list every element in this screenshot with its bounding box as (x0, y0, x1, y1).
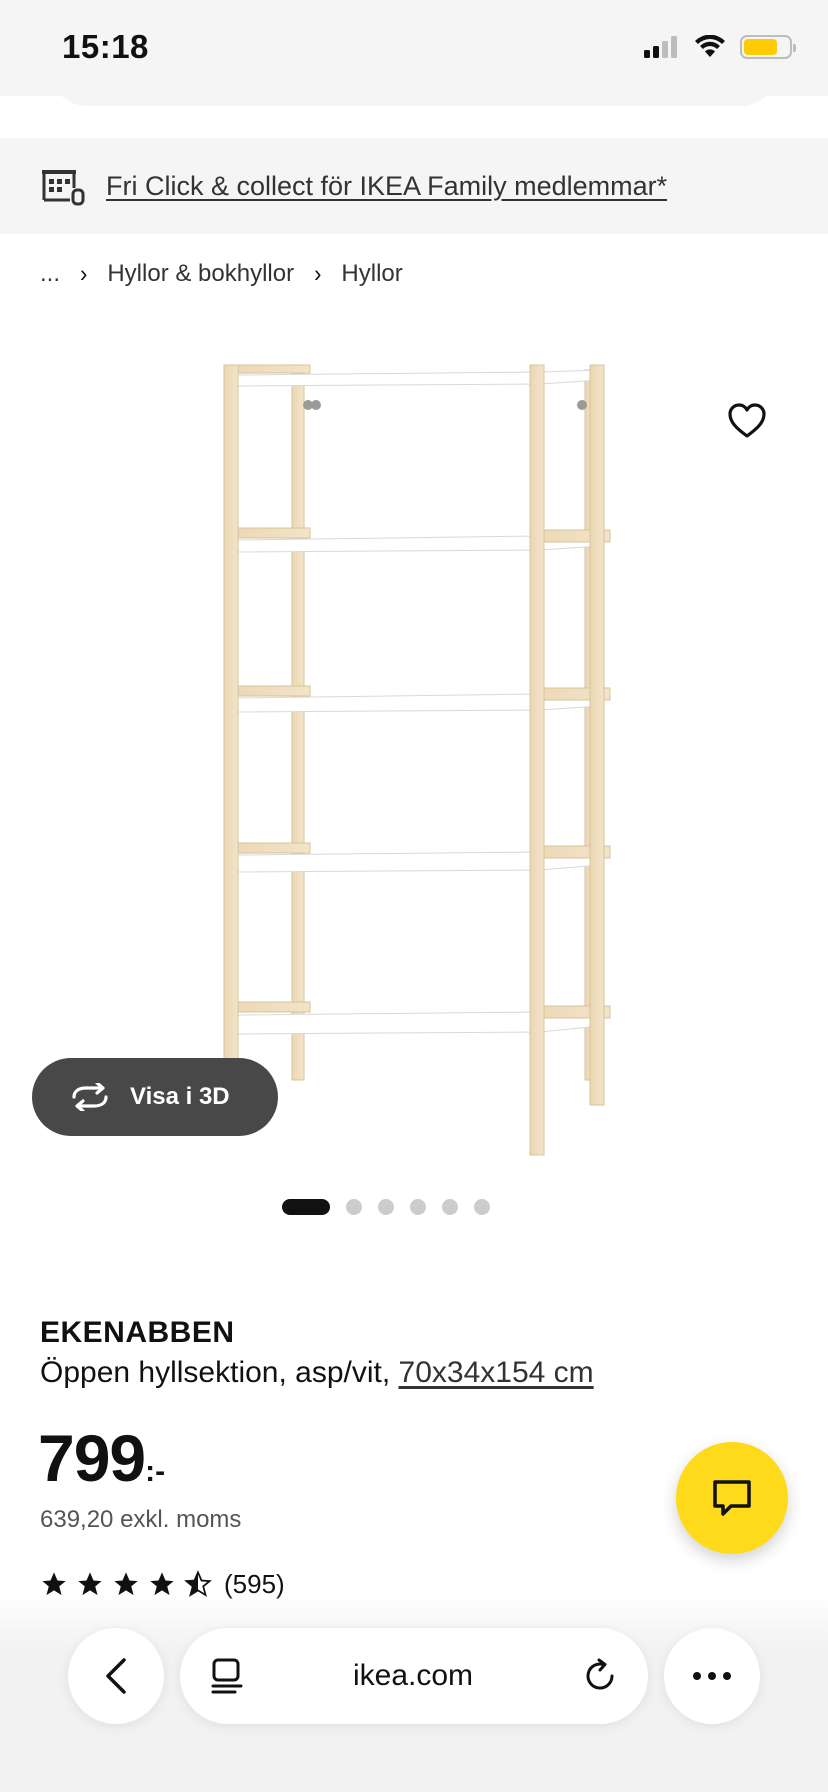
reader-icon[interactable] (210, 1657, 244, 1695)
status-icons (644, 34, 796, 60)
store-icon (42, 170, 85, 206)
rotate-3d-icon (72, 1083, 108, 1111)
breadcrumb-item-shelves[interactable]: Hyllor (341, 260, 402, 288)
breadcrumb: ... › Hyllor & bokhyllor › Hyllor (40, 260, 403, 288)
image-pagination (0, 1199, 828, 1215)
promo-link[interactable]: Fri Click & collect för IKEA Family medl… (106, 171, 667, 202)
product-image[interactable] (200, 350, 620, 1170)
price-suffix: :- (145, 1455, 166, 1488)
product-description: Öppen hyllsektion, asp/vit, 70x34x154 cm (40, 1356, 594, 1390)
browser-address-bar[interactable]: ikea.com (180, 1628, 648, 1724)
price-value: 799 (38, 1421, 146, 1495)
price-excluding-vat: 639,20 exkl. moms (40, 1506, 242, 1533)
more-icon (693, 1672, 731, 1680)
promo-banner[interactable]: Fri Click & collect för IKEA Family medl… (0, 138, 828, 234)
cellular-signal-icon (644, 34, 680, 60)
view-in-3d-button[interactable]: Visa i 3D (32, 1058, 278, 1136)
product-dimensions-link[interactable]: 70x34x154 cm (399, 1356, 594, 1389)
pagination-dot[interactable] (410, 1199, 426, 1215)
browser-more-button[interactable] (664, 1628, 760, 1724)
search-bar-peek[interactable] (48, 60, 780, 106)
view-in-3d-label: Visa i 3D (130, 1083, 230, 1110)
pagination-dot[interactable] (378, 1199, 394, 1215)
chevron-right-icon: › (314, 259, 322, 288)
breadcrumb-item-more[interactable]: ... (40, 260, 60, 288)
chat-icon (713, 1480, 751, 1516)
product-name: EKENABBEN (40, 1316, 235, 1349)
chevron-left-icon (106, 1658, 126, 1694)
heart-icon[interactable] (726, 400, 768, 442)
browser-url[interactable]: ikea.com (353, 1659, 473, 1693)
price: 799 :- (38, 1420, 165, 1496)
pagination-dot[interactable] (346, 1199, 362, 1215)
pagination-dot[interactable] (474, 1199, 490, 1215)
browser-back-button[interactable] (68, 1628, 164, 1724)
wifi-icon (695, 35, 725, 57)
breadcrumb-item-shelves-bookcases[interactable]: Hyllor & bokhyllor (107, 260, 294, 288)
product-description-text: Öppen hyllsektion, asp/vit, (40, 1356, 391, 1389)
shelf-boards (235, 369, 601, 1035)
pagination-dot[interactable] (442, 1199, 458, 1215)
pagination-dot-active[interactable] (282, 1199, 330, 1215)
chat-button[interactable] (676, 1442, 788, 1554)
chevron-right-icon: › (80, 259, 88, 288)
reload-icon[interactable] (582, 1658, 618, 1694)
battery-icon (740, 35, 796, 59)
